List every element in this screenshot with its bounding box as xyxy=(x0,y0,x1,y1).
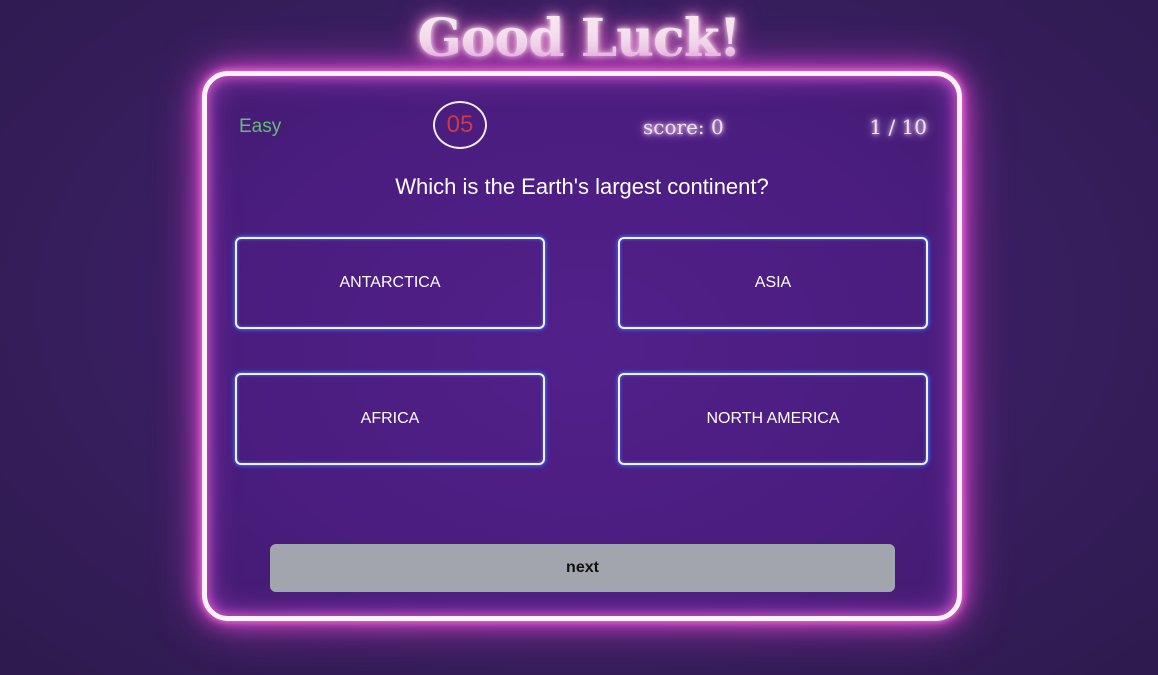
page-title: Good Luck! xyxy=(417,8,741,69)
answer-option-antarctica[interactable]: ANTARCTICA xyxy=(235,237,545,329)
difficulty-label: Easy xyxy=(239,116,282,137)
question-text: Which is the Earth's largest continent? xyxy=(395,174,769,199)
answer-option-north-america[interactable]: NORTH AMERICA xyxy=(618,373,928,465)
score-display: score: 0 xyxy=(643,115,724,139)
question-progress: 1 / 10 xyxy=(869,115,927,139)
quiz-card: Easy 05 score: 0 1 / 10 Which is the Ear… xyxy=(202,71,962,621)
answer-option-asia[interactable]: ASIA xyxy=(618,237,928,329)
answer-option-africa[interactable]: AFRICA xyxy=(235,373,545,465)
countdown-timer: 05 xyxy=(433,101,487,149)
next-button[interactable]: next xyxy=(270,544,895,592)
